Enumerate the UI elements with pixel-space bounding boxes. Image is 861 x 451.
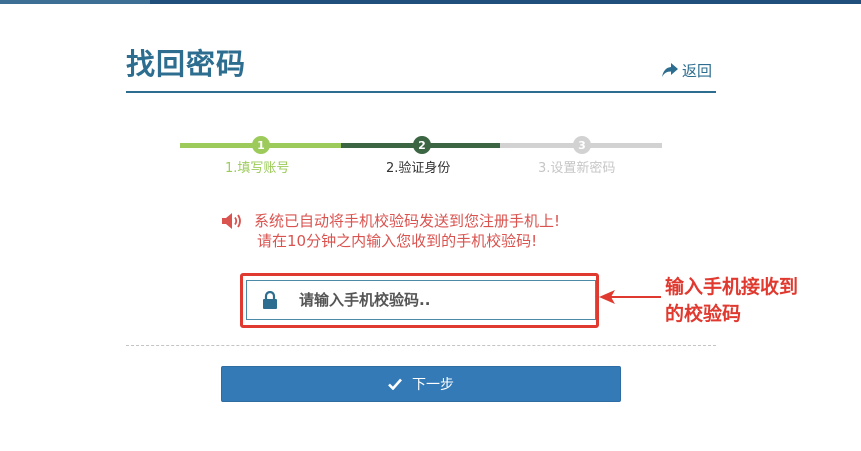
annotation-text: 输入手机接收到 的校验码 — [665, 274, 798, 328]
next-step-button[interactable]: 下一步 — [221, 366, 621, 402]
step-3-label: 3.设置新密码 — [538, 161, 616, 176]
next-step-label: 下一步 — [412, 377, 454, 393]
verification-code-input[interactable] — [293, 282, 595, 318]
step-2-number: 2 — [413, 136, 431, 154]
annotation-line-1: 输入手机接收到 — [665, 276, 799, 298]
notice-line-2: 请在10分钟之内输入您收到的手机校验码! — [257, 232, 538, 250]
speaker-icon — [222, 213, 241, 229]
back-link-label: 返回 — [682, 61, 713, 80]
top-bar-accent — [0, 0, 150, 4]
step-1-label: 1.填写账号 — [225, 161, 290, 176]
top-bar — [0, 0, 861, 4]
verification-code-field — [246, 280, 596, 320]
progress-steps: 1 2 3 1.填写账号 2.验证身份 3.设置新密码 — [180, 136, 662, 176]
annotation-arrow — [599, 290, 661, 304]
share-arrow-icon — [662, 63, 678, 77]
title-divider — [126, 91, 716, 93]
step-2-label: 2.验证身份 — [386, 161, 451, 176]
annotation-line-2: 的校验码 — [665, 303, 742, 325]
notice-line-1: 系统已自动将手机校验码发送到您注册手机上! — [254, 212, 561, 230]
dashed-divider — [126, 345, 716, 346]
lock-icon — [247, 291, 293, 309]
back-link[interactable]: 返回 — [662, 60, 712, 80]
check-icon — [388, 378, 402, 390]
step-1-number: 1 — [252, 136, 270, 154]
step-3-number: 3 — [573, 136, 591, 154]
page-title: 找回密码 — [126, 47, 247, 81]
